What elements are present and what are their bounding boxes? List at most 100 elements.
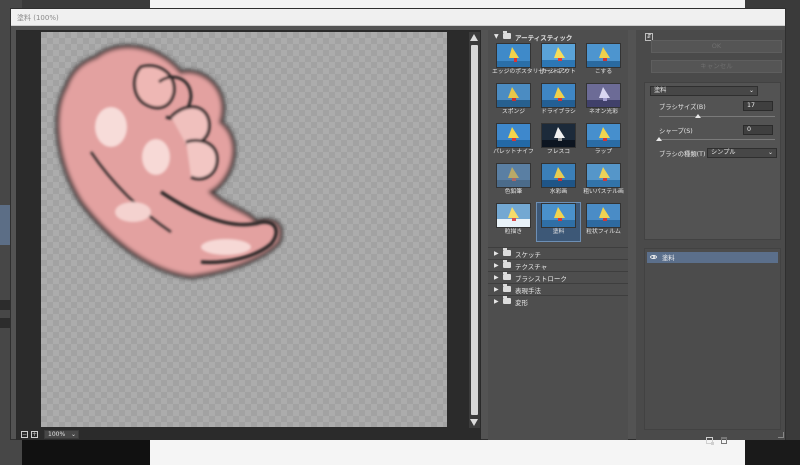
background-dark-area: [22, 440, 150, 465]
background-artwork-bottom: [150, 440, 745, 465]
triangle-down-icon: ▼: [494, 33, 499, 40]
brush-size-label: ブラシサイズ(B): [659, 104, 706, 111]
filter-thumbnails: エッジのポスタリゼーション カットアウト こする スポンジ ドライブラシ ネオン…: [492, 43, 627, 243]
filter-thumbnail-image: [496, 83, 531, 108]
filter-thumb-smudge[interactable]: こする: [582, 43, 625, 81]
ok-button[interactable]: OK: [651, 40, 782, 53]
chevron-down-icon: ⌄: [748, 87, 754, 94]
trash-icon[interactable]: [721, 437, 727, 444]
dialog-titlebar[interactable]: 塗料 (100%): [11, 9, 785, 26]
chevron-down-icon: ⌄: [767, 149, 773, 156]
triangle-right-icon: ▶: [494, 286, 499, 293]
brush-type-select[interactable]: シンプル ⌄: [707, 148, 777, 158]
filter-label: ネオン光彩: [589, 109, 618, 115]
scroll-up-arrow-icon[interactable]: [470, 34, 478, 41]
folder-icon: [503, 248, 511, 256]
trash-icon: [0, 300, 10, 310]
scrollbar-thumb[interactable]: [471, 45, 478, 415]
dialog-title: 塗料 (100%): [17, 14, 59, 22]
eye-icon[interactable]: [650, 255, 657, 259]
filter-thumbnail-image: [586, 43, 621, 68]
effect-layer-row[interactable]: 塗料: [647, 252, 778, 263]
filter-label: エッジのポスタリゼーション: [492, 69, 568, 75]
filter-thumb-plastic-wrap[interactable]: ラップ: [582, 123, 625, 161]
filter-thumb-watercolor[interactable]: 水彩画: [537, 163, 580, 201]
filter-thumb-poster-edges[interactable]: エッジのポスタリゼーション: [492, 43, 568, 81]
folder-icon: [503, 272, 511, 280]
filter-label: 粒状フィルム: [586, 229, 621, 235]
category-distort[interactable]: ▶ 変形: [488, 295, 628, 307]
sharpness-input[interactable]: 0: [743, 125, 773, 135]
effect-layers-panel: 塗料: [644, 248, 781, 430]
filter-controls-panel: ⇵ OK キャンセル 塗料 ⌄ ブラシサイズ(B) 17 シャープ(S) 0 ブ…: [636, 30, 785, 445]
category-label: テクスチャ: [515, 263, 548, 271]
filter-thumbnail-image: [496, 203, 531, 228]
triangle-right-icon: ▶: [494, 250, 499, 257]
preview-vertical-scrollbar[interactable]: [469, 32, 480, 428]
filter-thumbnail-image: [496, 43, 531, 68]
filter-label: フレスコ: [546, 149, 571, 155]
filter-label: 色鉛筆: [504, 189, 523, 195]
zoom-value: 100%: [48, 431, 66, 438]
sharpness-slider-knob[interactable]: [656, 137, 662, 141]
filter-select[interactable]: 塗料 ⌄: [650, 86, 758, 96]
filter-thumbnail-image: [541, 163, 576, 188]
category-sketch[interactable]: ▶ スケッチ: [488, 247, 628, 259]
brush-type-value: シンプル: [711, 149, 736, 156]
category-label: ブラシストローク: [515, 275, 567, 283]
filter-thumb-dry-brush[interactable]: ドライブラシ: [537, 83, 580, 121]
filter-thumb-paint-daubs[interactable]: 塗料: [536, 202, 581, 242]
filter-thumb-cutout[interactable]: カットアウト: [537, 43, 580, 81]
category-label: 変形: [515, 299, 528, 307]
brush-type-label: ブラシの種類(T) :: [659, 151, 710, 158]
zoom-bar: − + 100% ⌄: [17, 429, 480, 440]
preview-canvas[interactable]: [41, 32, 447, 427]
filter-label: 粒描き: [504, 229, 523, 235]
zoom-in-button[interactable]: +: [31, 431, 38, 438]
scroll-down-arrow-icon[interactable]: [470, 419, 478, 426]
brush-size-input[interactable]: 17: [743, 101, 773, 111]
background-dark-area-right: [745, 440, 800, 465]
filter-gallery-dialog: 塗料 (100%) − + 100% ⌄ ▼ アーティスティック エッジのポスタ…: [10, 8, 786, 445]
filter-thumb-fresco[interactable]: フレスコ: [537, 123, 580, 161]
sharpness-slider[interactable]: [659, 139, 775, 140]
filter-thumb-underpainting[interactable]: 粒描き: [492, 203, 535, 241]
filter-thumb-palette-knife[interactable]: パレットナイフ: [492, 123, 535, 161]
filter-thumb-sponge[interactable]: スポンジ: [492, 83, 535, 121]
category-label: 表現手法: [515, 287, 541, 295]
chevron-down-icon: ⌄: [70, 431, 76, 438]
filter-thumb-film-grain[interactable]: 粒状フィルム: [582, 203, 625, 241]
filter-label: パレットナイフ: [493, 149, 534, 155]
filter-thumbnail-image: [541, 83, 576, 108]
category-brush-strokes[interactable]: ▶ ブラシストローク: [488, 271, 628, 283]
filter-thumb-rough-pastels[interactable]: 粗いパステル画: [582, 163, 625, 201]
cancel-button[interactable]: キャンセル: [651, 60, 782, 73]
filter-select-value: 塗料: [654, 87, 667, 94]
zoom-select[interactable]: 100% ⌄: [44, 430, 79, 439]
filter-thumbnail-image: [586, 123, 621, 148]
filter-label: 水彩画: [549, 189, 568, 195]
brush-size-slider-knob[interactable]: [695, 114, 702, 118]
filter-thumb-neon-glow[interactable]: ネオン光彩: [582, 83, 625, 121]
zoom-out-button[interactable]: −: [21, 431, 28, 438]
filter-thumbnail-image: [586, 163, 621, 188]
category-label: アーティスティック: [515, 34, 573, 42]
triangle-right-icon: ▶: [494, 298, 499, 305]
resize-grip-icon[interactable]: [778, 432, 784, 438]
triangle-right-icon: ▶: [494, 262, 499, 269]
category-texture[interactable]: ▶ テクスチャ: [488, 259, 628, 271]
folder-icon: [503, 260, 511, 268]
effect-layer-name: 塗料: [662, 255, 675, 262]
category-stylize[interactable]: ▶ 表現手法: [488, 283, 628, 295]
category-artistic[interactable]: ▼ アーティスティック: [488, 31, 628, 42]
category-label: スケッチ: [515, 251, 541, 259]
filter-thumbnail-image: [541, 203, 576, 228]
sharpness-label: シャープ(S): [659, 128, 693, 135]
new-effect-layer-icon[interactable]: [706, 437, 714, 445]
preview-frame: − + 100% ⌄: [16, 30, 481, 440]
hand-artwork: [55, 44, 283, 280]
brush-size-slider[interactable]: [659, 116, 775, 117]
filter-thumbnail-image: [496, 123, 531, 148]
filter-label: こする: [594, 69, 613, 75]
filter-thumb-colored-pencil[interactable]: 色鉛筆: [492, 163, 535, 201]
